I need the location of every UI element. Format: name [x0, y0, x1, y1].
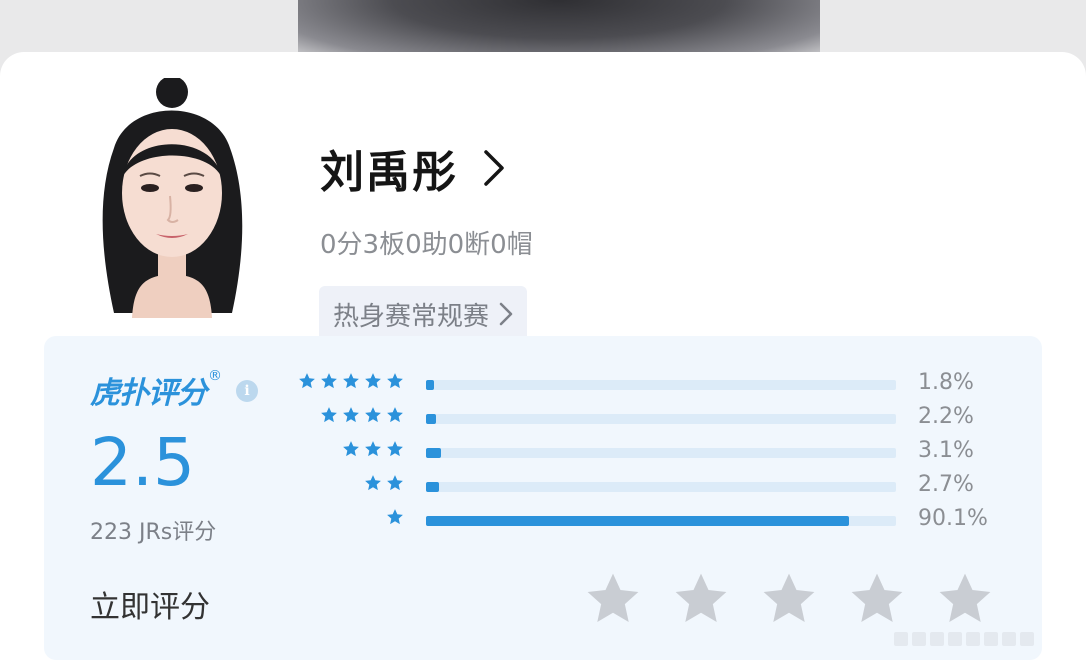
distribution-bar-fill: [426, 380, 435, 390]
distribution-bar: [426, 448, 896, 458]
star-icon: [365, 441, 381, 457]
star-icon: [321, 373, 337, 389]
star-icon: [387, 373, 403, 389]
distribution-percent: 1.8%: [918, 370, 974, 395]
avatar[interactable]: [44, 60, 296, 318]
distribution-row-2-star: 2.7%: [300, 472, 1040, 502]
star-icon: [299, 373, 315, 389]
star-icon: [365, 475, 381, 491]
star-icon: [365, 373, 381, 389]
distribution-bar-fill: [426, 414, 437, 424]
star-icon: [343, 373, 359, 389]
star-count: [298, 372, 404, 390]
star-icon: [387, 441, 403, 457]
rate-star-3-icon[interactable]: [760, 570, 818, 628]
star-icon: [387, 407, 403, 423]
player-name-link[interactable]: 刘禹彤: [320, 140, 506, 198]
star-count: [342, 440, 404, 458]
rate-star-4-icon[interactable]: [848, 570, 906, 628]
star-count: [364, 474, 404, 492]
distribution-bar: [426, 380, 896, 390]
brand-header: 虎扑评分 ® i: [90, 368, 258, 412]
rate-star-1-icon[interactable]: [584, 570, 642, 628]
game-type-chip[interactable]: 热身赛常规赛: [319, 286, 528, 342]
star-icon: [343, 407, 359, 423]
distribution-row-4-star: 2.2%: [300, 404, 1040, 434]
game-type-label: 热身赛常规赛: [333, 301, 490, 332]
rate-star-5-icon[interactable]: [936, 570, 994, 628]
star-icon: [387, 475, 403, 491]
distribution-row-3-star: 3.1%: [300, 438, 1040, 468]
distribution-percent: 2.2%: [918, 404, 974, 429]
distribution-bar-fill: [426, 448, 441, 458]
distribution-bar: [426, 516, 896, 526]
distribution-bar: [426, 414, 896, 424]
rating-panel: 虎扑评分 ® i 2.5 223 JRs评分 1.8% 2.2% 3.1% 2.7% 9…: [44, 336, 1042, 660]
raters-count: 223 JRs评分: [90, 520, 217, 545]
distribution-bar: [426, 482, 896, 492]
average-score: 2.5: [90, 424, 195, 501]
distribution-percent: 3.1%: [918, 438, 974, 463]
distribution-percent: 90.1%: [918, 506, 988, 531]
rate-star-2-icon[interactable]: [672, 570, 730, 628]
rate-now-label: 立即评分: [90, 590, 210, 625]
distribution-row-5-star: 1.8%: [298, 370, 1040, 400]
rate-stars: [584, 570, 994, 628]
star-icon: [343, 441, 359, 457]
watermark: [894, 632, 1034, 646]
star-icon: [321, 407, 337, 423]
chevron-right-icon: [499, 302, 513, 326]
info-icon[interactable]: i: [236, 380, 258, 402]
star-icon: [365, 407, 381, 423]
player-name: 刘禹彤: [320, 147, 458, 198]
distribution-bar-fill: [426, 516, 850, 526]
avatar-portrait: [74, 78, 270, 318]
distribution-percent: 2.7%: [918, 472, 974, 497]
registered-mark: ®: [208, 368, 222, 384]
distribution-bar-fill: [426, 482, 439, 492]
star-icon: [387, 509, 403, 525]
hupu-rating-logo: 虎扑评分: [90, 376, 207, 411]
player-stats: 0分3板0助0断0帽: [320, 230, 533, 260]
star-count: [320, 406, 404, 424]
star-count: [386, 508, 404, 526]
chevron-right-icon: [484, 150, 504, 186]
distribution-row-1-star: 90.1%: [300, 506, 1040, 536]
header-background-photo: [298, 0, 820, 60]
